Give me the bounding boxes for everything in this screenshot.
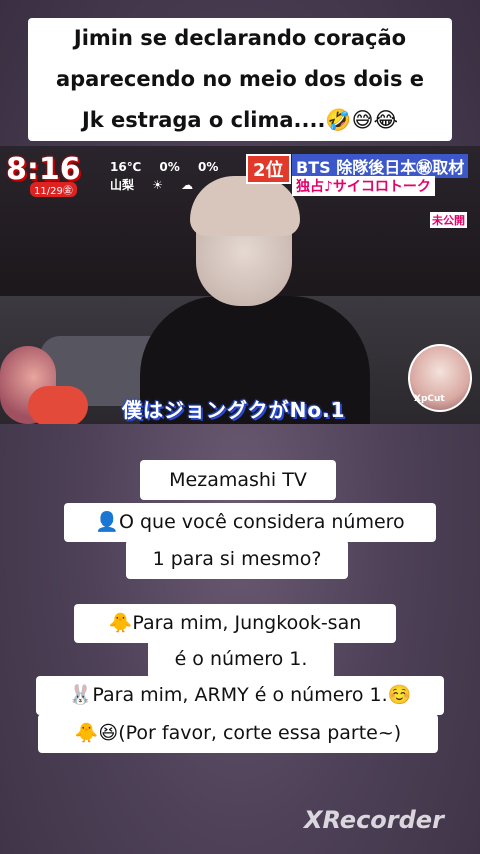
capcut-label: XpCut [414, 394, 445, 404]
weather-row-top: 16℃ 0% 0% [110, 160, 232, 174]
top-caption: Jimin se declarando coração aparecendo n… [28, 18, 452, 141]
interview-line-4: 🐥Para mim, Jungkook-san [74, 604, 396, 643]
mascot-figure-2 [28, 386, 88, 424]
weather-row-bottom: 山梨 ☀ ☁ [110, 176, 207, 193]
top-caption-line-1: Jimin se declarando coração [73, 26, 407, 50]
rain-chance-1: 0% [159, 160, 180, 174]
sun-icon: ☀ [152, 178, 163, 192]
interview-line-1: Mezamashi TV [140, 460, 336, 500]
video-frame[interactable]: 8:16 11/29㊎ 16℃ 0% 0% 山梨 ☀ ☁ 2位 BTS 除隊後日… [0, 146, 480, 424]
weather-city: 山梨 [110, 178, 135, 192]
interview-line-6: 🐰Para mim, ARMY é o número 1.☺️ [36, 676, 444, 715]
cloud-icon: ☁ [181, 178, 194, 192]
top-caption-line-2: aparecendo no meio dos dois e [55, 67, 425, 91]
interview-line-7: 🐥😆(Por favor, corte essa parte~) [38, 714, 438, 753]
temperature: 16℃ [110, 160, 142, 174]
interview-line-5: é o número 1. [148, 640, 334, 679]
xrecorder-watermark: XRecorder [304, 806, 444, 834]
interview-line-3: 1 para si mesmo? [126, 540, 348, 579]
rank-badge: 2位 [246, 154, 291, 184]
program-banner: BTS 除隊後日本㊙取材 [292, 154, 469, 178]
unreleased-tag: 未公開 [430, 212, 467, 228]
top-caption-line-3: Jk estraga o clima....🤣😅😂 [81, 108, 399, 132]
interview-line-2: 👤O que você considera número [64, 503, 436, 542]
rain-chance-2: 0% [197, 160, 219, 174]
tv-subtitle: 僕はジョングクがNo.1 [122, 398, 346, 422]
tv-date: 11/29㊎ [30, 182, 77, 197]
program-banner-sub: 独占♪サイコロトーク [292, 176, 435, 196]
